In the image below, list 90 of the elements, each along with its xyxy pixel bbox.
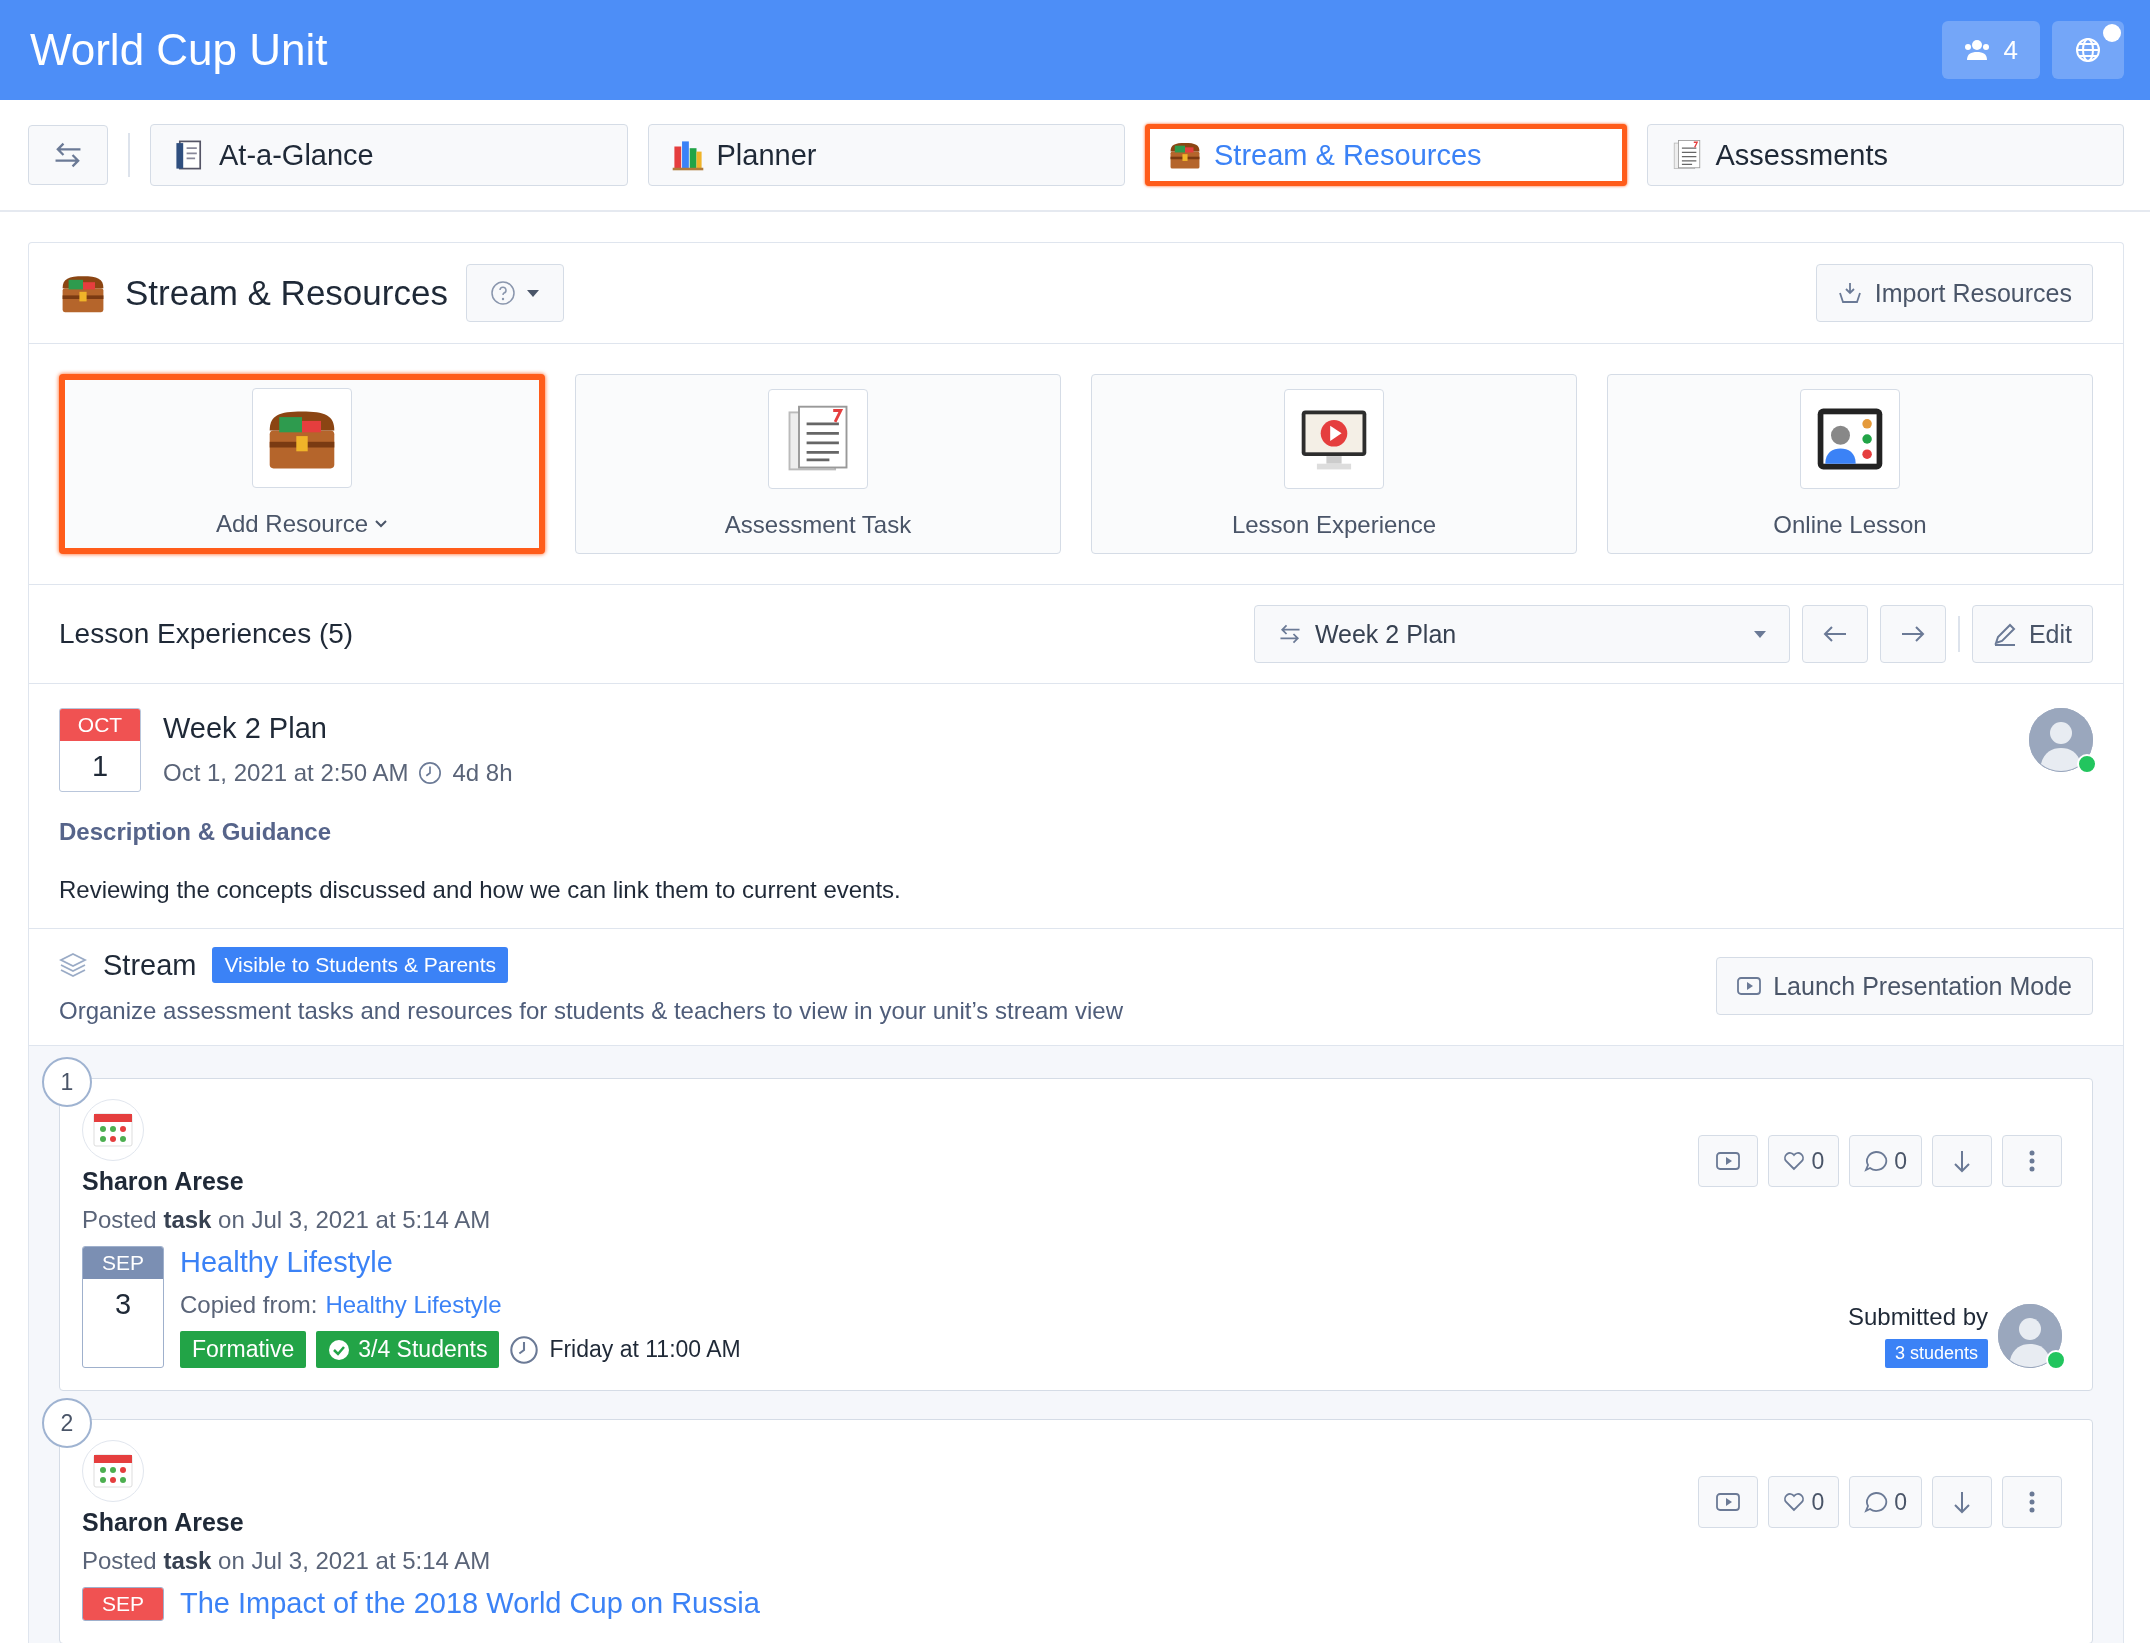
more-button[interactable] (2002, 1476, 2062, 1528)
item-number: 1 (42, 1057, 92, 1107)
right-arrow-icon (1899, 624, 1926, 644)
calendar-icon (93, 1454, 133, 1488)
tab[interactable]: Assessments (1646, 124, 2124, 186)
resource-card[interactable]: Online Lesson (1607, 374, 2093, 554)
posted-info: Posted task on Jul 3, 2021 at 5:14 AM (82, 1547, 492, 1575)
help-button[interactable] (465, 264, 564, 322)
section-title: Lesson Experiences (5) (59, 618, 354, 650)
author-name: Sharon Arese (82, 1167, 245, 1196)
edit-button[interactable]: Edit (1971, 605, 2093, 663)
card-label: Lesson Experience (1231, 511, 1437, 539)
globe-icon (2075, 37, 2101, 63)
notification-dot (2103, 24, 2121, 42)
previous-button[interactable] (1801, 605, 1868, 663)
caret-icon (1752, 629, 1767, 639)
left-arrow-icon (1821, 624, 1848, 644)
submission-count[interactable]: 3 students (1884, 1339, 1988, 1368)
like-button[interactable]: 0 (1768, 1476, 1840, 1528)
comment-button[interactable]: 0 (1849, 1135, 1922, 1187)
presentation-icon (1716, 1151, 1741, 1171)
date-badge: SEP (82, 1587, 164, 1621)
present-button[interactable] (1698, 1476, 1759, 1528)
description: Reviewing the concepts discussed and how we can link them to current events. (59, 876, 902, 904)
down-arrow-icon (1952, 1490, 1972, 1514)
presentation-icon (1716, 1492, 1741, 1512)
description-heading: Description & Guidance (59, 818, 333, 846)
clock-icon (418, 761, 443, 785)
users-icon (1963, 39, 1990, 61)
source-link[interactable]: Healthy Lifestyle (325, 1291, 502, 1319)
plan-dropdown[interactable]: Week 2 Plan (1253, 605, 1790, 663)
more-button[interactable] (2002, 1135, 2062, 1187)
posted-info: Posted task on Jul 3, 2021 at 5:14 AM (82, 1206, 492, 1234)
move-down-button[interactable] (1932, 1135, 1992, 1187)
author-name: Sharon Arese (82, 1508, 245, 1537)
stream-description: Organize assessment tasks and resources for students & teachers to view in your unit’s stream view (59, 997, 1125, 1025)
comment-button[interactable]: 0 (1849, 1476, 1922, 1528)
submitted-label: Submitted by (1847, 1303, 1988, 1331)
next-button[interactable] (1879, 605, 1946, 663)
more-icon (2028, 1149, 2036, 1173)
down-arrow-icon (1952, 1149, 1972, 1173)
heart-icon (1783, 1492, 1806, 1512)
unit-title: World Cup Unit (30, 25, 328, 75)
tag: Formative (180, 1331, 307, 1368)
calendar-icon (93, 1113, 133, 1147)
presentation-icon (1737, 976, 1762, 996)
date-badge: OCT 1 (59, 708, 141, 792)
tab[interactable]: Stream & Resources (1145, 124, 1627, 186)
books-icon (670, 138, 705, 172)
resource-card[interactable]: Add Resource (59, 374, 545, 554)
check-circle-icon (328, 1338, 351, 1361)
stream-title: Stream (103, 948, 197, 982)
clock-icon (509, 1334, 540, 1365)
launch-presentation-button[interactable]: Launch Presentation Mode (1716, 957, 2093, 1015)
task-title-link[interactable]: Healthy Lifestyle (180, 1246, 741, 1279)
present-button[interactable] (1698, 1135, 1759, 1187)
visibility-badge: Visible to Students & Parents (212, 947, 509, 983)
resource-card[interactable]: Lesson Experience (1091, 374, 1577, 554)
heart-icon (1783, 1151, 1806, 1171)
comment-icon (1864, 1150, 1889, 1172)
card-label: Online Lesson (1773, 511, 1927, 539)
pencil-icon (1992, 622, 2017, 646)
due-time: Friday at 11:00 AM (549, 1336, 741, 1363)
resource-card[interactable]: Assessment Task (575, 374, 1061, 554)
swap-button[interactable] (28, 125, 108, 185)
import-icon (1836, 281, 1863, 305)
tab[interactable]: At-a-Glance (150, 124, 628, 186)
more-icon (2028, 1490, 2036, 1514)
move-down-button[interactable] (1932, 1476, 1992, 1528)
lesson-date: Oct 1, 2021 at 2:50 AM (163, 759, 409, 787)
tab[interactable]: Planner (647, 124, 1125, 186)
date-badge: SEP 3 (82, 1246, 164, 1368)
help-icon (489, 280, 516, 306)
lesson-title: Week 2 Plan (163, 712, 328, 745)
section-title: Stream & Resources (125, 273, 448, 313)
caret-icon (525, 288, 540, 298)
language-button[interactable] (2052, 21, 2124, 79)
copied-label: Copied from: (180, 1291, 318, 1319)
task-title-link[interactable]: The Impact of the 2018 World Cup on Russia (180, 1587, 760, 1620)
item-number: 2 (42, 1398, 92, 1448)
import-resources-button[interactable]: Import Resources (1815, 264, 2093, 322)
card-label: Add Resource (215, 510, 369, 538)
layers-icon (59, 952, 87, 978)
card-label: Assessment Task (724, 511, 912, 539)
comment-icon (1864, 1491, 1889, 1513)
like-button[interactable]: 0 (1768, 1135, 1840, 1187)
avatar-icon (1998, 1303, 2062, 1368)
tag: 3/4 Students (316, 1331, 500, 1368)
avatar-icon (2029, 708, 2093, 772)
duration: 4d 8h (452, 759, 513, 787)
